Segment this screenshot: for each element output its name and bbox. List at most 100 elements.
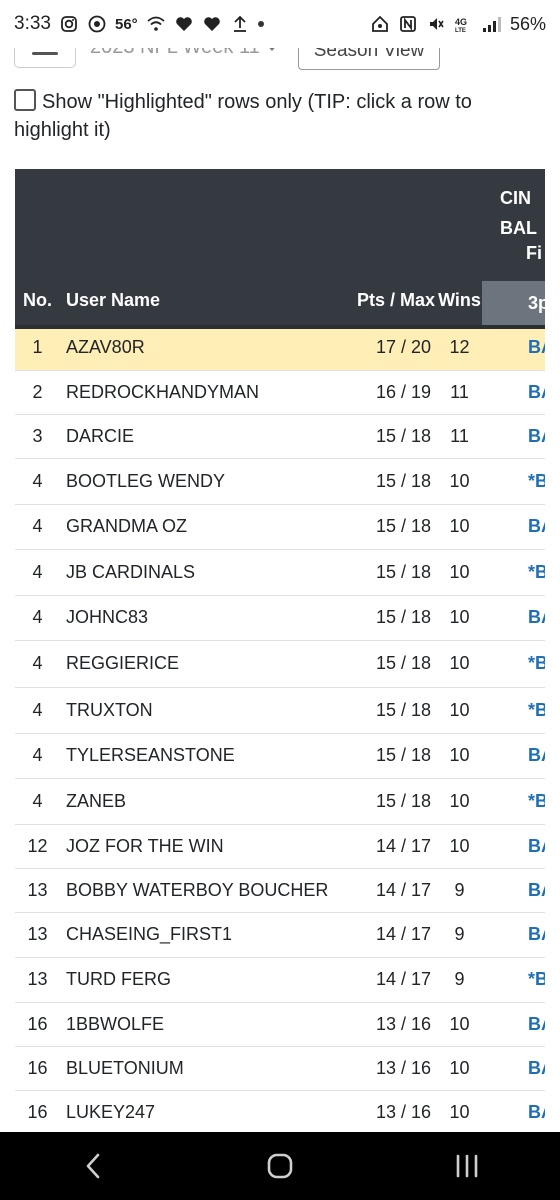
table-row[interactable]: 16LUKEY24713 / 1610BA — [15, 1090, 545, 1132]
row-pts-max: 15 / 18 — [337, 595, 437, 641]
row-wins: 10 — [437, 458, 482, 505]
table-row[interactable]: 4ZANEB15 / 1810*BA — [15, 778, 545, 825]
row-user-name: CHASEING_FIRST1 — [60, 912, 337, 958]
highlighted-only-checkbox[interactable] — [14, 89, 36, 111]
column-header-game[interactable]: CIN BAL Fi 3p — [482, 169, 545, 325]
table-row[interactable]: 4TRUXTON15 / 1810*BA — [15, 687, 545, 734]
home-icon[interactable] — [250, 1141, 310, 1191]
table-row[interactable]: 13TURD FERG14 / 179*BA — [15, 957, 545, 1003]
row-user-name: BLUETONIUM — [60, 1046, 337, 1091]
row-pts-max: 13 / 16 — [337, 1046, 437, 1091]
table-row[interactable]: 1AZAV80R17 / 2012BA — [15, 325, 545, 371]
mute-icon — [426, 14, 446, 34]
status-bar: 3:33 56° 4G LTE 56% — [0, 0, 560, 48]
row-rank: 13 — [15, 868, 60, 913]
row-pts-max: 15 / 18 — [337, 549, 437, 596]
status-battery: 56% — [509, 13, 546, 34]
row-pts-max: 15 / 18 — [337, 687, 437, 734]
game-points: 3p — [482, 281, 545, 325]
highlighted-filter: Show "Highlighted" rows only (TIP: click… — [14, 88, 544, 144]
4g-lte-icon: 4G LTE — [454, 14, 474, 34]
column-header-user-name[interactable]: User Name — [60, 169, 337, 325]
row-wins: 10 — [437, 595, 482, 641]
column-header-no[interactable]: No. — [15, 169, 60, 325]
heart-icon — [202, 14, 222, 34]
row-pts-max: 15 / 18 — [337, 733, 437, 779]
row-pts-max: 13 / 16 — [337, 1002, 437, 1047]
row-pts-max: 15 / 18 — [337, 458, 437, 505]
column-header-pts-max[interactable]: Pts / Max — [337, 169, 437, 325]
row-rank: 4 — [15, 640, 60, 688]
row-user-name: BOOTLEG WENDY — [60, 458, 337, 505]
row-rank: 4 — [15, 504, 60, 550]
row-pts-max: 16 / 19 — [337, 370, 437, 415]
row-pick: BA — [482, 595, 545, 641]
row-pts-max: 15 / 18 — [337, 778, 437, 825]
nfc-icon — [398, 14, 418, 34]
row-pick: BA — [482, 325, 545, 371]
status-time: 3:33 — [14, 13, 51, 34]
table-row[interactable]: 4BOOTLEG WENDY15 / 1810*BA — [15, 458, 545, 505]
table-row[interactable]: 4TYLERSEANSTONE15 / 1810BA — [15, 733, 545, 779]
row-user-name: GRANDMA OZ — [60, 504, 337, 550]
row-pick: *BA — [482, 549, 545, 596]
table-row[interactable]: 4GRANDMA OZ15 / 1810BA — [15, 504, 545, 550]
back-icon[interactable] — [63, 1141, 123, 1191]
row-user-name: DARCIE — [60, 414, 337, 459]
status-left: 3:33 56° — [14, 13, 264, 35]
row-user-name: ZANEB — [60, 778, 337, 825]
row-rank: 13 — [15, 957, 60, 1003]
row-user-name: LUKEY247 — [60, 1090, 337, 1132]
row-user-name: TRUXTON — [60, 687, 337, 734]
game-status: Fi — [526, 243, 542, 263]
row-rank: 2 — [15, 370, 60, 415]
table-row[interactable]: 3DARCIE15 / 1811BA — [15, 414, 545, 459]
row-pick: BA — [482, 414, 545, 459]
table-row[interactable]: 4JOHNC8315 / 1810BA — [15, 595, 545, 641]
row-pick: BA — [482, 868, 545, 913]
row-rank: 4 — [15, 549, 60, 596]
row-user-name: REGGIERICE — [60, 640, 337, 688]
row-wins: 9 — [437, 868, 482, 913]
hamburger-icon — [32, 52, 58, 55]
column-header-wins[interactable]: Wins — [437, 169, 482, 325]
row-wins: 10 — [437, 504, 482, 550]
navigation-bar — [0, 1132, 560, 1200]
row-pick: BA — [482, 504, 545, 550]
row-wins: 11 — [437, 370, 482, 415]
table-row[interactable]: 16BLUETONIUM13 / 1610BA — [15, 1046, 545, 1091]
standings-table: No. User Name Pts / Max Wins CIN BAL Fi … — [15, 169, 545, 1132]
row-pick: *BA — [482, 640, 545, 688]
row-pick: BA — [482, 370, 545, 415]
highlighted-filter-label: Show "Highlighted" rows only (TIP: click… — [14, 91, 472, 141]
row-pts-max: 15 / 18 — [337, 640, 437, 688]
row-rank: 16 — [15, 1002, 60, 1047]
row-pts-max: 14 / 17 — [337, 868, 437, 913]
row-pick: BA — [482, 1046, 545, 1091]
row-rank: 4 — [15, 733, 60, 779]
row-pick: BA — [482, 733, 545, 779]
table-row[interactable]: 13BOBBY WATERBOY BOUCHER14 / 179BA — [15, 868, 545, 913]
row-pts-max: 15 / 18 — [337, 414, 437, 459]
table-row[interactable]: 2REDROCKHANDYMAN16 / 1911BA — [15, 370, 545, 415]
table-row[interactable]: 4JB CARDINALS15 / 1810*BA — [15, 549, 545, 596]
row-wins: 10 — [437, 1002, 482, 1047]
svg-text:LTE: LTE — [455, 28, 466, 33]
row-pick: *BA — [482, 458, 545, 505]
table-row[interactable]: 13CHASEING_FIRST114 / 179BA — [15, 912, 545, 958]
recent-apps-icon[interactable] — [437, 1141, 497, 1191]
table-row[interactable]: 12JOZ FOR THE WIN14 / 1710BA — [15, 824, 545, 869]
row-pts-max: 17 / 20 — [337, 325, 437, 371]
svg-text:4G: 4G — [455, 17, 467, 27]
row-rank: 16 — [15, 1090, 60, 1132]
row-user-name: JOHNC83 — [60, 595, 337, 641]
row-user-name: JOZ FOR THE WIN — [60, 824, 337, 869]
row-rank: 4 — [15, 458, 60, 505]
status-temperature: 56° — [114, 15, 138, 33]
row-wins: 9 — [437, 912, 482, 958]
row-wins: 10 — [437, 549, 482, 596]
row-pts-max: 14 / 17 — [337, 912, 437, 958]
table-row[interactable]: 4REGGIERICE15 / 1810*BA — [15, 640, 545, 688]
row-rank: 16 — [15, 1046, 60, 1091]
table-row[interactable]: 161BBWOLFE13 / 1610BA — [15, 1002, 545, 1047]
